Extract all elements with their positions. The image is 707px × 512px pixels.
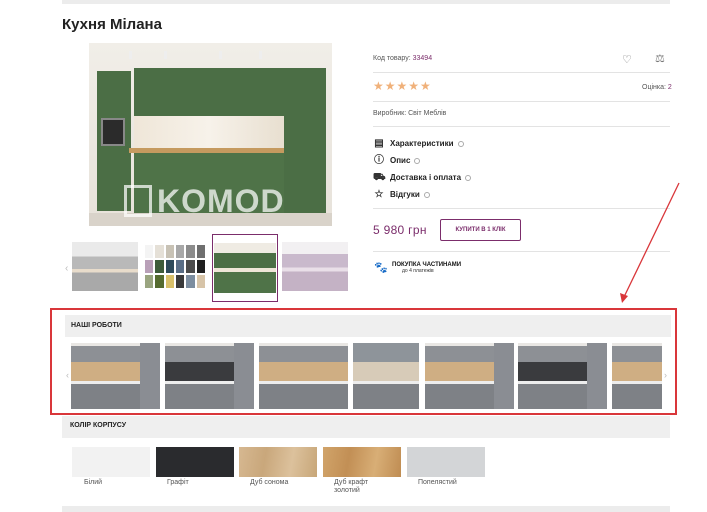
work-photo-5[interactable] [425,343,514,409]
work-photo-7[interactable] [612,343,662,409]
work-photo-4[interactable] [353,343,419,409]
body-color-header: КОЛІР КОРПУСУ [62,416,670,438]
our-works-section: НАШІ РОБОТИ ‹ › [50,308,677,415]
color-label: Дуб сонома [250,479,289,486]
bottom-divider [62,506,670,512]
works-prev-icon[interactable]: ‹ [66,370,69,380]
color-swatch-graphite[interactable] [156,447,234,477]
color-swatch-craft-gold-oak[interactable] [323,447,401,477]
works-next-icon[interactable]: › [664,370,667,380]
color-label: Графіт [167,479,189,486]
works-title: НАШІ РОБОТИ [71,322,122,329]
work-photo-2[interactable] [165,343,254,409]
color-swatch-ash[interactable] [407,447,485,477]
color-label: Дуб крафт золотий [334,479,369,494]
works-header: НАШІ РОБОТИ [65,315,671,337]
color-label: Білий [84,479,103,486]
work-photo-1[interactable] [71,343,160,409]
color-swatch-sonoma-oak[interactable] [239,447,317,477]
work-photo-3[interactable] [259,343,348,409]
color-label: Попелястий [418,479,457,486]
work-photo-6[interactable] [518,343,607,409]
color-swatch-white[interactable] [72,447,150,477]
body-color-title: КОЛІР КОРПУСУ [70,422,127,429]
